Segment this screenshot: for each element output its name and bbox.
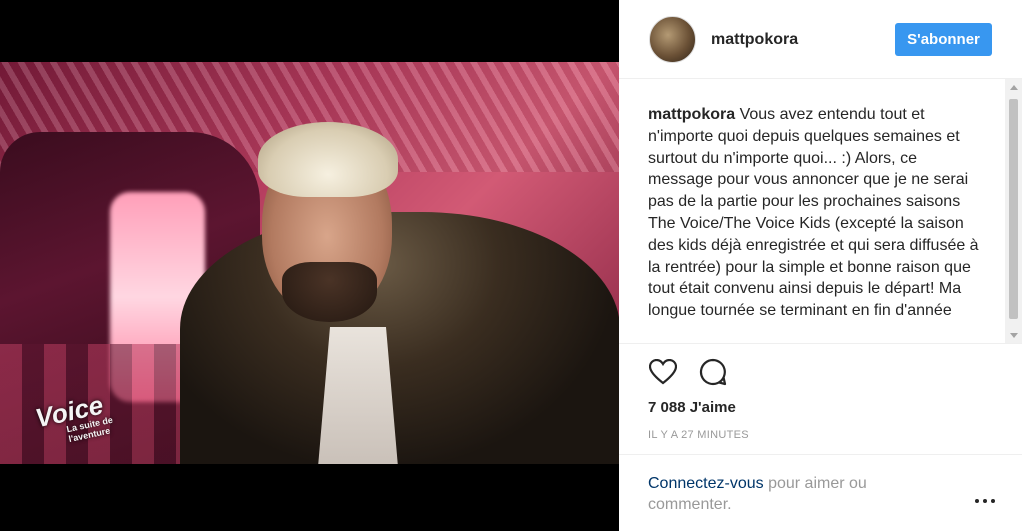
person-hair [258, 122, 398, 197]
more-options-icon[interactable] [973, 493, 997, 509]
person-shirt [318, 327, 398, 464]
caption-author[interactable]: mattpokora [648, 106, 735, 123]
username-link[interactable]: mattpokora [711, 31, 798, 49]
follow-button[interactable]: S'abonner [895, 23, 992, 56]
post-actions [647, 356, 729, 388]
caption-scrollbar[interactable] [1005, 79, 1022, 343]
avatar[interactable] [649, 16, 696, 63]
comment-icon[interactable] [697, 356, 729, 388]
post-sidebar: mattpokora S'abonner mattpokora Vous ave… [619, 0, 1022, 531]
scroll-up-icon[interactable] [1005, 79, 1022, 96]
timestamp[interactable]: IL Y A 27 MINUTES [648, 429, 749, 441]
person-jacket [180, 212, 619, 464]
caption-text: Vous avez entendu tout et n'importe quoi… [648, 106, 979, 320]
caption: mattpokora Vous avez entendu tout et n'i… [648, 104, 984, 322]
post-media[interactable]: Voice La suite de l'aventure [0, 0, 619, 531]
like-count[interactable]: 7 088 J'aime [648, 399, 736, 416]
scrollbar-thumb[interactable] [1009, 99, 1018, 319]
post-header: mattpokora S'abonner [619, 0, 1022, 79]
login-link[interactable]: Connectez-vous [648, 475, 764, 492]
heart-icon[interactable] [647, 356, 679, 388]
person-beard [282, 262, 377, 322]
caption-area: mattpokora Vous avez entendu tout et n'i… [619, 79, 1022, 344]
post-footer: Connectez-vous pour aimer ou commenter. [619, 454, 1022, 531]
login-prompt: Connectez-vous pour aimer ou commenter. [648, 473, 948, 515]
scroll-down-icon[interactable] [1005, 327, 1022, 343]
video-frame[interactable]: Voice La suite de l'aventure [0, 62, 619, 464]
